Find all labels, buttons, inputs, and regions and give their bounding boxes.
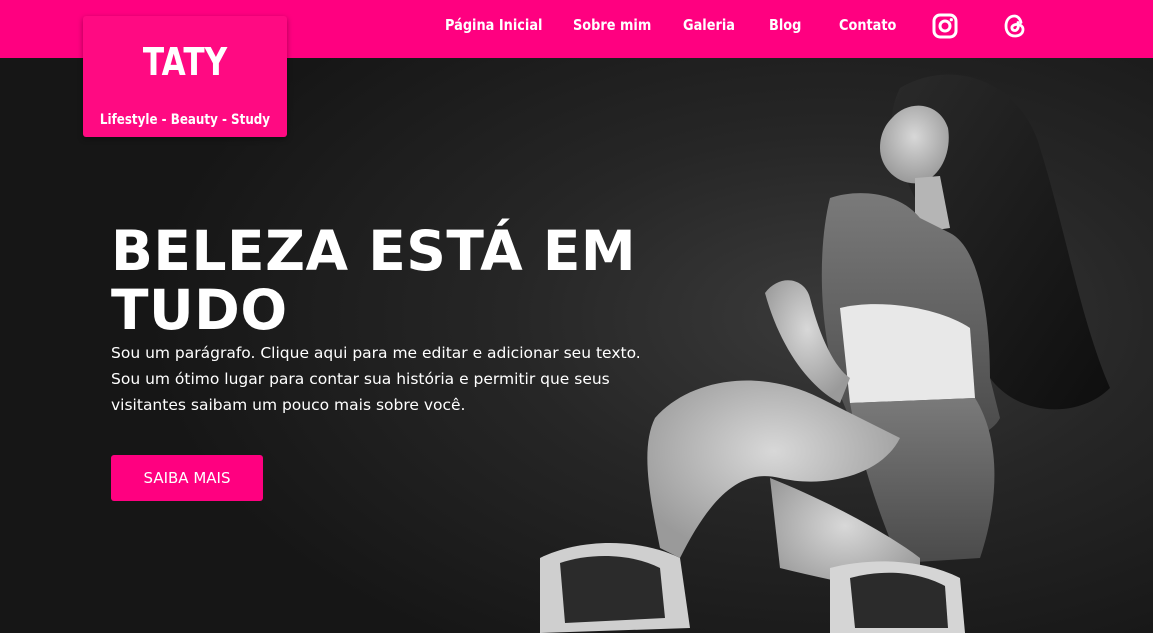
hero-headline: BELEZA ESTÁ EM TUDO (111, 219, 637, 342)
site-tagline: Lifestyle - Beauty - Study (99, 112, 271, 128)
nav-link-about[interactable]: Sobre mim (573, 16, 651, 34)
instagram-icon[interactable] (932, 13, 958, 39)
nav-link-blog[interactable]: Blog (769, 16, 801, 34)
learn-more-button[interactable]: SAIBA MAIS (111, 455, 263, 501)
nav-link-home[interactable]: Página Inicial (445, 16, 542, 34)
nav-link-gallery[interactable]: Galeria (683, 16, 735, 34)
site-title: TATY (142, 40, 228, 84)
threads-icon[interactable] (1002, 13, 1028, 39)
site-logo[interactable]: TATY Lifestyle - Beauty - Study (83, 16, 287, 137)
nav-link-contact[interactable]: Contato (839, 16, 896, 34)
hero-paragraph: Sou um parágrafo. Clique aqui para me ed… (111, 344, 641, 414)
